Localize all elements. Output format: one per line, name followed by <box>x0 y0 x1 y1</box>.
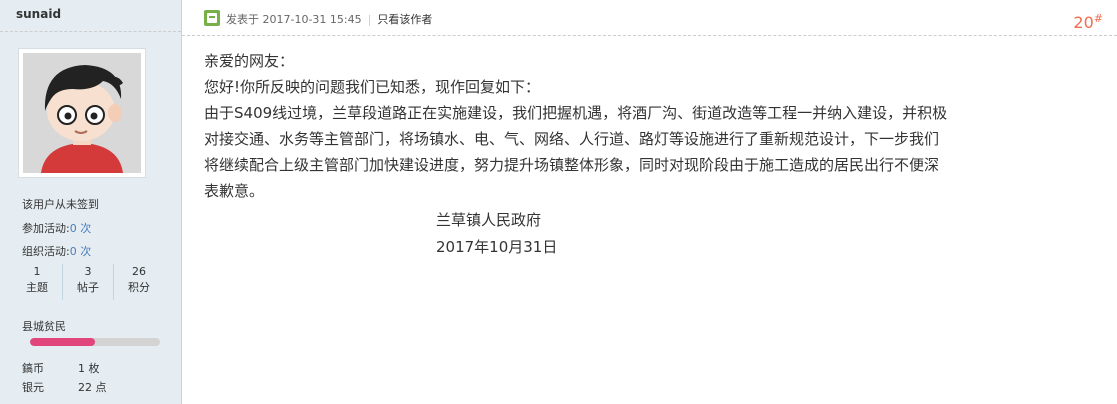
user-sidebar: sunaid 该用户从未签到 参加活动:0 次 组织活动:0 次 1 主题 3 … <box>0 0 182 404</box>
meta-separator: | <box>367 13 372 26</box>
activities-organized-label: 组织活动: <box>22 245 70 258</box>
post-body-line: 表歉意。 <box>204 182 265 200</box>
post-body-line: 将继续配合上级主管部门加快建设进度，努力提升场镇整体形象，同时对现阶段由于施工造… <box>204 156 940 174</box>
rank-progress-fill <box>30 338 95 346</box>
post-greeting: 亲爱的网友： <box>204 52 295 70</box>
currency-row: 鎬币 1 枚 <box>22 360 162 376</box>
count-label: 帖子 <box>77 281 99 294</box>
post-meta: 发表于 2017-10-31 15:45 | 只看该作者 <box>226 11 432 27</box>
count-threads[interactable]: 1 主题 <box>12 264 62 300</box>
username[interactable]: sunaid <box>16 7 61 21</box>
floor-number[interactable]: 20# <box>1073 12 1103 32</box>
currency-name: 银元 <box>22 381 44 394</box>
post-body-line: 对接交通、水务等主管部门，将场镇水、电、气、网络、人行道、路灯等设施进行了重新规… <box>204 130 940 148</box>
currency-row: 银元 22 点 <box>22 379 162 395</box>
signature-org: 兰草镇人民政府 <box>436 211 542 229</box>
currency-value: 1 枚 <box>78 362 100 375</box>
signin-status: 该用户从未签到 <box>22 198 99 211</box>
avatar-image <box>23 53 141 173</box>
activities-joined-value[interactable]: 0 次 <box>70 222 92 235</box>
count-posts[interactable]: 3 帖子 <box>62 264 113 300</box>
activities-joined-label: 参加活动: <box>22 222 70 235</box>
post-date: 发表于 2017-10-31 15:45 <box>226 13 362 26</box>
user-counts: 1 主题 3 帖子 26 积分 <box>12 264 164 300</box>
activities-joined: 参加活动:0 次 <box>22 220 91 236</box>
count-label: 积分 <box>128 281 150 294</box>
avatar[interactable] <box>18 48 146 178</box>
rank-progress-bar <box>30 338 160 346</box>
count-number: 1 <box>33 265 41 278</box>
count-number: 26 <box>132 265 146 278</box>
post-header: 发表于 2017-10-31 15:45 | 只看该作者 20# <box>182 0 1117 36</box>
activities-organized: 组织活动:0 次 <box>22 243 91 259</box>
floor-number-value: 20 <box>1073 13 1094 32</box>
activities-organized-value[interactable]: 0 次 <box>70 245 92 258</box>
signature-date: 2017年10月31日 <box>436 238 558 256</box>
post-content: 亲爱的网友： 您好!你所反映的问题我们已知悉，现作回复如下： 由于S409线过境… <box>204 48 1094 204</box>
count-label: 主题 <box>26 281 48 294</box>
count-points[interactable]: 26 积分 <box>113 264 164 300</box>
rank-title[interactable]: 县城贫民 <box>22 318 66 334</box>
count-number: 3 <box>84 265 92 278</box>
post-body-line: 由于S409线过境，兰草段道路正在实施建设，我们把握机遇，将酒厂沟、街道改造等工… <box>204 104 948 122</box>
post-intro: 您好!你所反映的问题我们已知悉，现作回复如下： <box>204 78 541 96</box>
currency-value: 22 点 <box>78 381 107 394</box>
currency-name: 鎬币 <box>22 362 44 375</box>
only-author-link[interactable]: 只看该作者 <box>377 13 432 26</box>
divider <box>0 31 181 32</box>
post-icon <box>204 10 220 26</box>
floor-mark: # <box>1093 12 1103 25</box>
